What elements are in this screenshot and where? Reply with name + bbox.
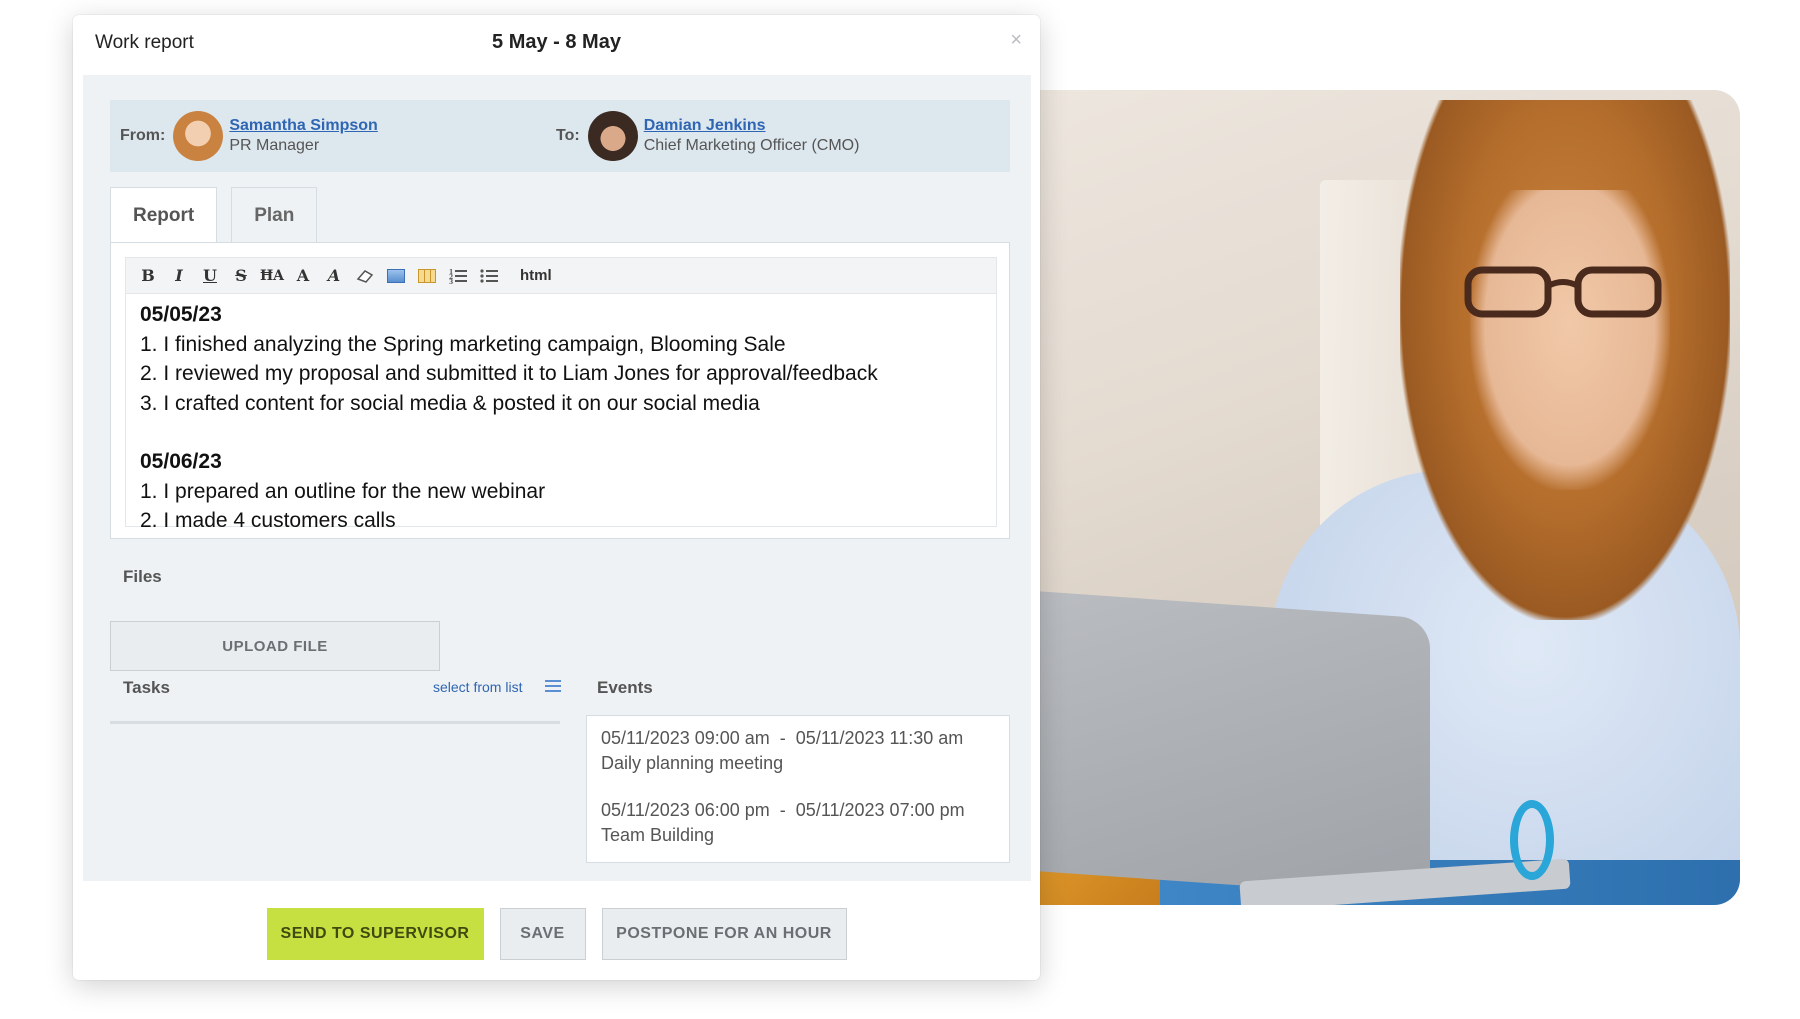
report-line: 1. I finished analyzing the Spring marke… [140,332,786,356]
dialog-actions: SEND TO SUPERVISOR SAVE POSTPONE FOR AN … [73,908,1040,960]
event-time: 05/11/2023 09:00 am - 05/11/2023 11:30 a… [601,728,964,748]
to-block: To: Damian Jenkins Chief Marketing Offic… [556,110,859,162]
dialog-header: Work report 5 May - 8 May × [73,15,1040,75]
image-icon[interactable] [384,264,408,288]
report-line: 3. I crafted content for social media & … [140,391,760,415]
highlight-color-icon[interactable]: A [322,264,346,288]
report-date: 05/06/23 [140,450,222,473]
report-date: 05/05/23 [140,303,222,326]
save-button[interactable]: SAVE [499,908,586,960]
close-icon[interactable]: × [1010,29,1022,52]
from-block: From: Samantha Simpson PR Manager [120,110,378,162]
text-color-icon[interactable]: A [291,264,315,288]
to-label: To: [556,127,580,144]
sender-role: PR Manager [229,137,320,154]
events-label: Events [597,678,653,697]
event-title: Daily planning meeting [601,753,784,773]
recipient-avatar [587,111,638,161]
list-icon[interactable] [545,679,561,693]
underline-icon[interactable]: U [198,264,222,288]
select-from-list-link[interactable]: select from list [433,679,522,695]
eraser-icon[interactable] [353,264,377,288]
date-range: 5 May - 8 May [492,31,621,53]
work-report-dialog: Work report 5 May - 8 May × From: Samant… [73,15,1040,980]
photo-person-glasses [1464,266,1662,318]
from-to-strip: From: Samantha Simpson PR Manager To: Da… [110,100,1010,172]
event-item[interactable]: 05/11/2023 09:00 am - 05/11/2023 11:30 a… [601,726,995,776]
recipient-role: Chief Marketing Officer (CMO) [643,137,860,154]
report-content[interactable]: 05/05/23 1. I finished analyzing the Spr… [126,294,996,542]
photo-laptop [1040,591,1430,899]
report-line: 2. I made 4 customers calls [140,509,396,532]
event-item[interactable]: 05/11/2023 06:00 pm - 05/11/2023 07:00 p… [601,798,995,848]
sender-avatar [173,111,224,161]
from-label: From: [120,127,166,144]
recipient-name-link[interactable]: Damian Jenkins [644,116,860,136]
tab-plan[interactable]: Plan [231,187,318,243]
tasks-label: Tasks [123,678,170,697]
table-icon[interactable] [415,264,439,288]
files-label: Files [123,567,162,586]
sender-name-link[interactable]: Samantha Simpson [229,116,377,136]
tab-report[interactable]: Report [110,187,218,244]
send-to-supervisor-button[interactable]: SEND TO SUPERVISOR [266,908,484,960]
report-line: 2. I reviewed my proposal and submitted … [140,362,878,385]
report-line: 1. I prepared an outline for the new web… [140,479,546,503]
event-time: 05/11/2023 06:00 pm - 05/11/2023 07:00 p… [601,800,965,820]
strikethrough-icon[interactable]: S [229,264,253,288]
bold-icon[interactable]: B [136,264,160,288]
sender-info: Samantha Simpson PR Manager [229,116,377,156]
events-list: 05/11/2023 09:00 am - 05/11/2023 11:30 a… [586,715,1010,863]
html-mode-button[interactable]: html [520,264,552,288]
unordered-list-icon[interactable] [477,264,501,288]
editor-toolbar: B I U S ĦA A A 123 html [126,258,996,294]
photo-bracelet [1510,800,1554,880]
dialog-body: From: Samantha Simpson PR Manager To: Da… [83,75,1031,881]
report-tabs: Report Plan [110,187,331,244]
photo-person-face [1470,190,1670,490]
svg-text:3: 3 [449,279,453,284]
tasks-input-line[interactable] [110,721,560,724]
font-size-icon[interactable]: ĦA [260,264,284,288]
postpone-button[interactable]: POSTPONE FOR AN HOUR [601,908,847,960]
ordered-list-icon[interactable]: 123 [446,264,470,288]
rich-text-editor[interactable]: B I U S ĦA A A 123 html 05/05/23 1. I fi… [125,257,997,532]
hero-photo [1040,90,1740,905]
italic-icon[interactable]: I [167,264,191,288]
recipient-info: Damian Jenkins Chief Marketing Officer (… [644,116,860,156]
editor-panel: B I U S ĦA A A 123 html 05/05/23 1. I fi… [110,242,1010,539]
upload-file-button[interactable]: UPLOAD FILE [110,621,440,671]
event-title: Team Building [601,825,715,845]
